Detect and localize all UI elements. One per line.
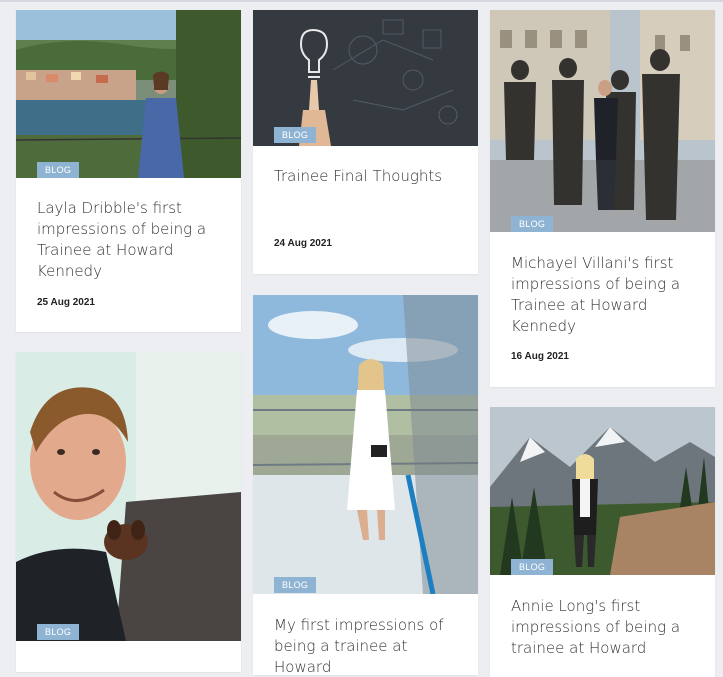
mountain-hike-photo — [490, 407, 715, 575]
blog-badge: BLOG — [511, 216, 554, 232]
lightbulb-photo — [253, 10, 478, 146]
card-date: 16 Aug 2021 — [511, 351, 569, 362]
observation-deck-photo — [253, 295, 478, 594]
blog-badge: BLOG — [37, 162, 80, 178]
card-date: 25 Aug 2021 — [37, 297, 95, 308]
blog-badge: BLOG — [511, 559, 554, 575]
harbour-photo — [16, 10, 241, 178]
card-title[interactable]: Layla Dribble's first impressions of bei… — [37, 198, 223, 282]
blog-badge: BLOG — [274, 127, 317, 143]
blog-card[interactable]: BLOG — [16, 352, 241, 672]
card-title[interactable]: My first impressions of being a trainee … — [274, 615, 460, 675]
card-date: 24 Aug 2021 — [274, 238, 332, 249]
card-title[interactable]: Michayel Villani's first impressions of … — [511, 253, 697, 337]
card-image[interactable] — [16, 352, 241, 641]
card-image[interactable] — [253, 295, 478, 594]
top-divider — [0, 0, 723, 2]
blog-card[interactable]: BLOG My first impressions of being a tra… — [253, 295, 478, 675]
blog-card[interactable]: BLOG Michayel Villani's first impression… — [490, 10, 715, 387]
statues-photo — [490, 10, 715, 232]
card-image[interactable] — [253, 10, 478, 146]
card-title[interactable]: Annie Long's first impressions of being … — [511, 596, 697, 659]
card-image[interactable] — [490, 10, 715, 232]
blog-badge: BLOG — [37, 624, 80, 640]
blog-badge: BLOG — [274, 577, 317, 593]
blog-card[interactable]: BLOG Layla Dribble's first impressions o… — [16, 10, 241, 332]
blog-card[interactable]: BLOG Trainee Final Thoughts 24 Aug 2021 — [253, 10, 478, 274]
card-image[interactable] — [16, 10, 241, 178]
selfie-photo — [16, 352, 241, 641]
card-image[interactable] — [490, 407, 715, 575]
blog-card[interactable]: BLOG Annie Long's first impressions of b… — [490, 407, 715, 677]
card-title[interactable]: Trainee Final Thoughts — [274, 166, 460, 187]
